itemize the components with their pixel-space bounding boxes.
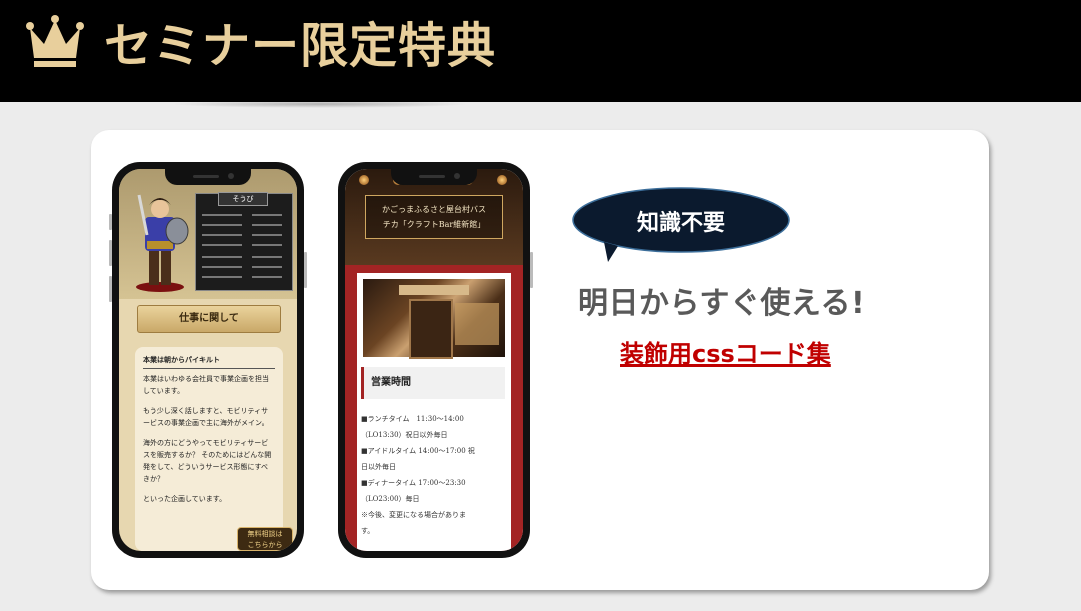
hours-line: ■ランチタイム 11:30〜14:00: [361, 415, 464, 423]
hours-note: す。: [361, 527, 375, 535]
phone-notch: [165, 169, 251, 185]
free-button-line: こちらから: [247, 541, 283, 549]
header-bar: セミナー限定特典: [0, 0, 1081, 102]
section-ribbon: 仕事に関して: [137, 305, 281, 333]
phone-notch: [391, 169, 477, 185]
profile-heading: 本業は朝からパイキルト: [143, 355, 275, 369]
free-button-line: 無料相談は: [247, 530, 283, 538]
bar-content: 営業時間 ■ランチタイム 11:30〜14:00 （LO13:30）祝日以外毎日…: [357, 273, 511, 551]
bar-title-line: チカ「クラフトBar維新館」: [382, 220, 486, 229]
profile-paragraph: といった企画しています。: [143, 495, 227, 503]
profile-text-box: 本業は朝からパイキルト 本業はいわゆる会社員で事業企画を担当しています。 もう少…: [135, 347, 283, 551]
bar-title-box: かごっまふるさと屋台村バス チカ「クラフトBar維新館」: [365, 195, 503, 239]
hours-line: ■アイドルタイム 14:00〜17:00 祝: [361, 447, 475, 455]
page-title: セミナー限定特典: [104, 18, 497, 74]
hours-section-title: 営業時間: [361, 367, 505, 399]
status-panel: そうび: [195, 192, 293, 291]
profile-paragraph: 海外の方にどうやってモビリティサービスを販売するか？ そのためにはどんな開発をし…: [143, 439, 272, 483]
hours-line: ■ディナータイム 17:00〜23:30: [361, 479, 466, 487]
profile-paragraph: 本業はいわゆる会社員で事業企画を担当しています。: [143, 375, 269, 395]
css-code-collection-link[interactable]: 装飾用cssコード集: [620, 334, 831, 369]
phone-mockup-bar-page: かごっまふるさと屋台村バス チカ「クラフトBar維新館」 営業時間 ■ランチタイ…: [338, 162, 530, 558]
hours-line: 日以外毎日: [361, 463, 396, 471]
hours-list: ■ランチタイム 11:30〜14:00 （LO13:30）祝日以外毎日 ■アイド…: [361, 411, 507, 539]
hours-note: ※今後、変更になる場合がありま: [361, 511, 466, 519]
crown-icon: [26, 15, 84, 67]
bar-title-line: かごっまふるさと屋台村バス: [382, 205, 486, 214]
free-consultation-button[interactable]: 無料相談は こちらから: [237, 527, 293, 551]
phone-side-button: [304, 252, 307, 288]
hours-line: （LO23:00）毎日: [361, 495, 420, 503]
hero-character-icon: [136, 194, 189, 292]
game-status-area: そうび: [119, 169, 297, 299]
status-tab: そうび: [218, 192, 268, 206]
phone-side-button: [530, 252, 533, 288]
catch-copy: 明日からすぐ使える!: [578, 286, 866, 321]
header-shadow: [170, 100, 470, 108]
bar-storefront-photo: [363, 279, 505, 359]
phone-mockup-game-profile: そうび 仕事に関して 本業は朝からパイキルト 本業はいわゆる会社員で事業企画を担…: [112, 162, 304, 558]
phone-screen: そうび 仕事に関して 本業は朝からパイキルト 本業はいわゆる会社員で事業企画を担…: [119, 169, 297, 551]
profile-paragraph: もう少し深く話しますと、モビリティサービスの事業企画で主に海外がメイン。: [143, 407, 269, 427]
phone-screen: かごっまふるさと屋台村バス チカ「クラフトBar維新館」 営業時間 ■ランチタイ…: [345, 169, 523, 551]
bubble-label: 知識不要: [636, 211, 725, 236]
hours-line: （LO13:30）祝日以外毎日: [361, 431, 448, 439]
